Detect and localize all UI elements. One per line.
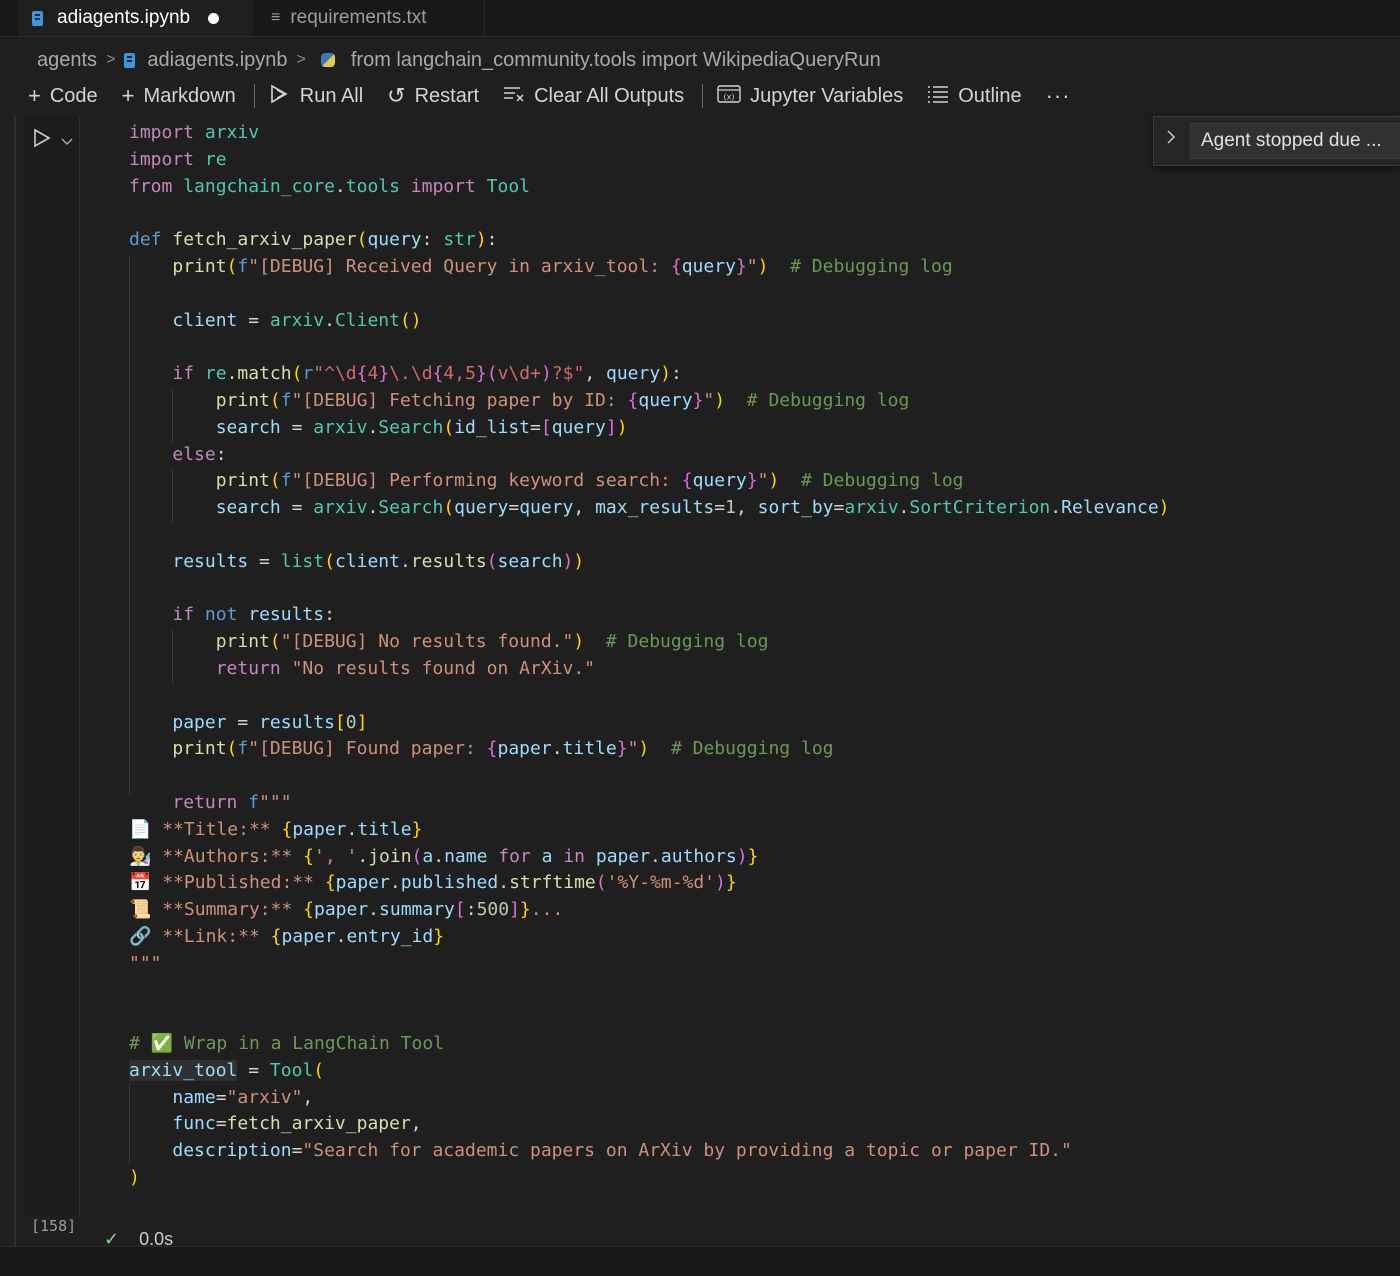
code-line: print(f"[DEBUG] Fetching paper by ID: {q… [215, 389, 910, 411]
notebook-file-icon [124, 52, 136, 68]
breadcrumb: agents > adiagents.ipynb > from langchai… [37, 44, 881, 76]
toolbar-divider [702, 84, 704, 108]
outline-label: Outline [958, 84, 1022, 107]
code-line: paper = results[0] [172, 711, 368, 733]
code-line: import re [129, 148, 227, 170]
text-file-icon: ≡ [271, 9, 281, 26]
editor-tab-bar: adiagents.ipynb ≡ requirements.txt [0, 0, 1400, 37]
code-line: search = arxiv.Search(id_list=[query]) [215, 416, 628, 438]
horizontal-scrollbar-area [0, 1246, 1400, 1276]
chevron-down-icon[interactable] [61, 133, 73, 149]
code-line: 👨‍🔬 **Authors:** {', '.join(a.name for a… [129, 845, 759, 867]
restart-icon: ↺ [387, 83, 406, 108]
tab-label: adiagents.ipynb [57, 7, 191, 28]
code-line: else: [172, 443, 227, 465]
code-line: client = arxiv.Client() [172, 309, 422, 331]
code-line: search = arxiv.Search(query=query, max_r… [215, 497, 1170, 519]
jupyter-variables-button[interactable]: (x) Jupyter Variables [717, 84, 903, 108]
code-line: print(f"[DEBUG] Found paper: {paper.titl… [172, 738, 834, 760]
code-line: if not results: [172, 604, 335, 626]
variables-icon: (x) [717, 84, 741, 108]
clear-all-icon [503, 85, 525, 107]
code-line: 📄 **Title:** {paper.title} [129, 818, 423, 840]
unsaved-dot-icon[interactable] [208, 12, 220, 24]
agent-find-widget: Agent stopped due ... [1153, 116, 1400, 166]
code-line: from langchain_core.tools import Tool [129, 175, 531, 197]
cell-gutter [24, 116, 80, 1216]
breadcrumb-item-symbol[interactable]: from langchain_community.tools import Wi… [351, 49, 881, 72]
code-line: return f""" [172, 791, 292, 813]
restart-button[interactable]: ↺ Restart [387, 85, 479, 108]
notebook-toolbar: + Code + Markdown Run All ↺ Restart Clea… [28, 80, 1095, 112]
code-line: 📅 **Published:** {paper.published.strfti… [129, 872, 737, 894]
code-line: print(f"[DEBUG] Performing keyword searc… [215, 470, 964, 492]
cell-focus-border [14, 116, 16, 1246]
code-line: """ [129, 952, 162, 974]
chevron-right-icon[interactable] [1166, 129, 1176, 150]
tab-requirements-txt[interactable]: ≡ requirements.txt [253, 0, 485, 36]
code-editor[interactable]: import arxiv import re from langchain_core… [129, 120, 1170, 1192]
code-line: def fetch_arxiv_paper(query: str): [129, 229, 498, 251]
restart-label: Restart [414, 84, 480, 107]
add-code-cell-button[interactable]: + Code [28, 85, 98, 108]
code-line: arxiv_tool = Tool( [129, 1059, 325, 1081]
agent-status-input[interactable]: Agent stopped due ... [1190, 123, 1400, 159]
chevron-right-icon: > [296, 51, 306, 68]
code-line: import arxiv [129, 122, 260, 143]
tab-label: requirements.txt [290, 7, 427, 28]
python-icon [320, 53, 335, 67]
clear-all-outputs-label: Clear All Outputs [534, 84, 685, 107]
code-line: return "No results found on ArXiv." [215, 657, 596, 679]
clear-all-outputs-button[interactable]: Clear All Outputs [503, 85, 684, 108]
add-code-label: Code [49, 84, 98, 107]
svg-text:(x): (x) [724, 93, 735, 102]
code-line: name="arxiv", [172, 1086, 314, 1108]
code-line: 📜 **Summary:** {paper.summary[:500]}... [129, 899, 564, 921]
add-markdown-cell-button[interactable]: + Markdown [122, 85, 236, 108]
outline-list-icon [927, 85, 949, 107]
code-line: if re.match(r"^\d{4}\.\d{4,5}(v\d+)?$", … [172, 363, 682, 385]
plus-icon: + [121, 83, 135, 108]
code-line: results = list(client.results(search)) [172, 550, 585, 572]
breadcrumb-item-file[interactable]: adiagents.ipynb [147, 49, 287, 72]
cell-run-controls [33, 128, 73, 154]
outline-button[interactable]: Outline [927, 84, 1022, 108]
execution-count: [158] [31, 1217, 77, 1235]
notebook-file-icon [32, 10, 43, 26]
toolbar-divider [253, 84, 255, 108]
breadcrumb-item-folder[interactable]: agents [37, 49, 97, 72]
more-actions-button[interactable]: ··· [1046, 83, 1071, 109]
code-line: # ✅ Wrap in a LangChain Tool [129, 1033, 445, 1055]
plus-icon: + [28, 83, 41, 108]
code-line: print(f"[DEBUG] Received Query in arxiv_… [172, 255, 953, 277]
run-all-label: Run All [299, 84, 364, 107]
jupyter-variables-label: Jupyter Variables [750, 84, 904, 107]
run-cell-icon[interactable] [33, 128, 51, 154]
run-all-button[interactable]: Run All [269, 84, 363, 108]
chevron-right-icon: > [106, 51, 116, 68]
tab-adiagents-ipynb[interactable]: adiagents.ipynb [18, 0, 253, 36]
add-markdown-label: Markdown [143, 84, 236, 107]
ellipsis-icon: ··· [1045, 83, 1071, 108]
run-all-icon [269, 84, 291, 108]
code-line: 🔗 **Link:** {paper.entry_id} [129, 925, 445, 947]
code-line: func=fetch_arxiv_paper, [172, 1113, 422, 1135]
code-line: ) [129, 1167, 140, 1189]
code-line: print("[DEBUG] No results found.") # Deb… [215, 631, 769, 653]
code-line: description="Search for academic papers … [172, 1140, 1072, 1162]
